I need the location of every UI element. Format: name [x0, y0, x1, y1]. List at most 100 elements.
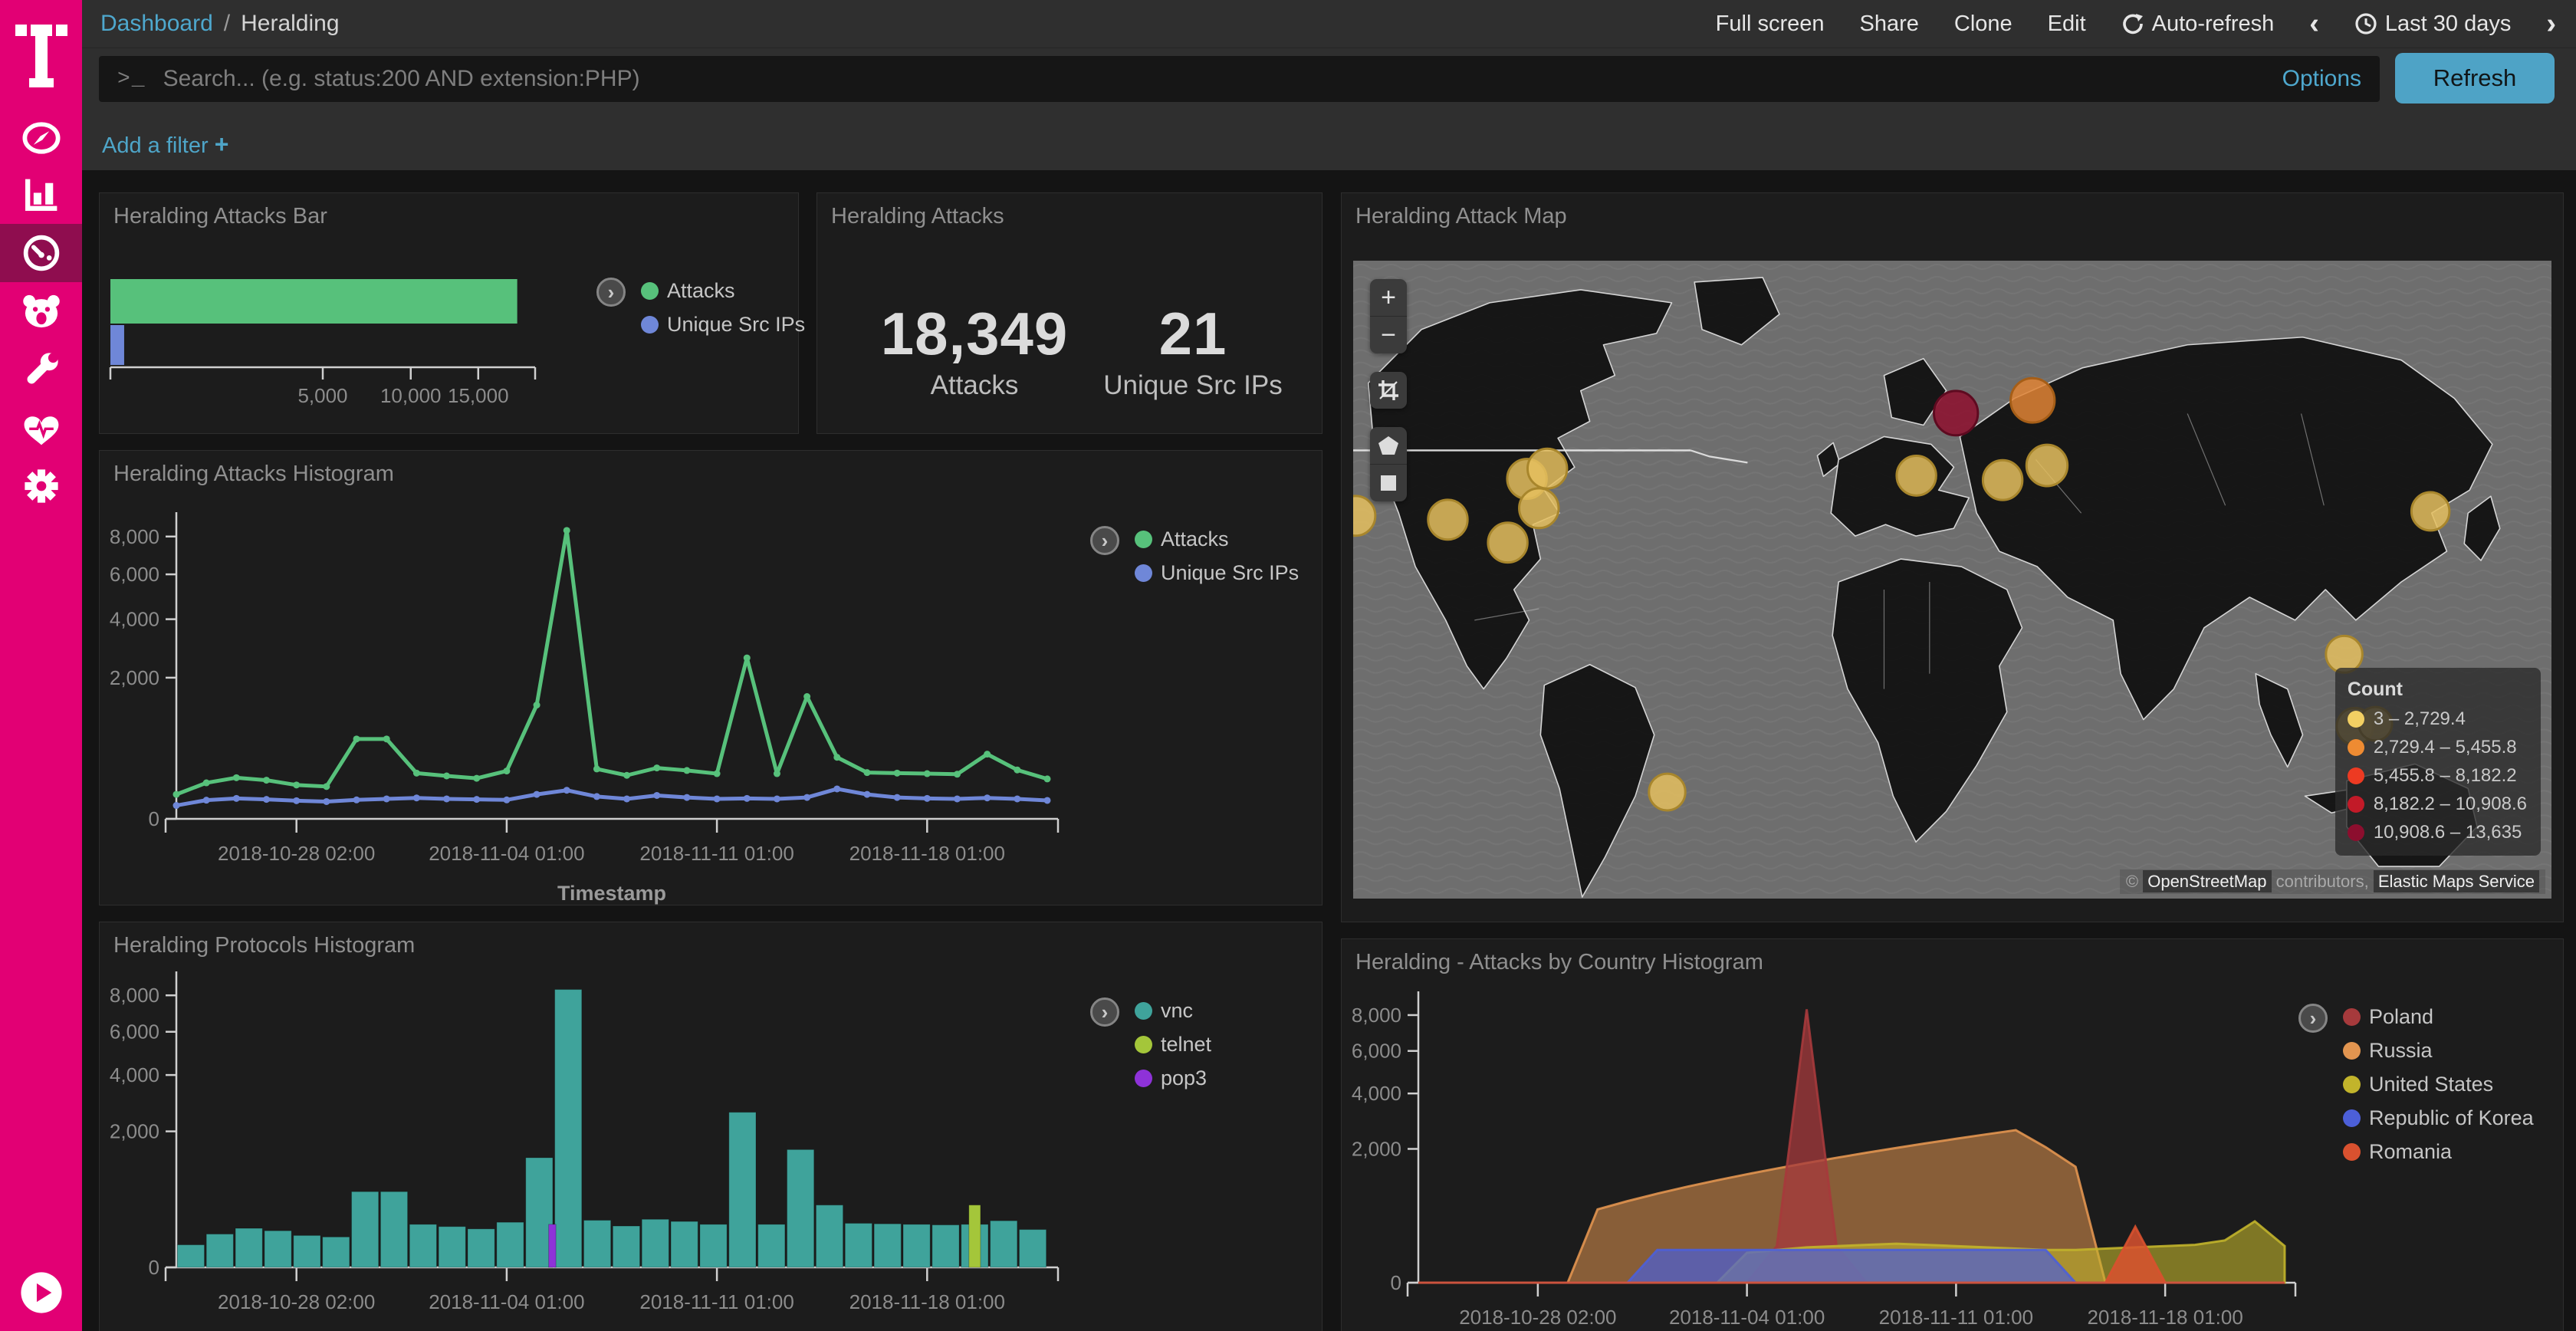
panel-title: Heralding Attack Map [1355, 204, 1567, 229]
options-link[interactable]: Options [2282, 66, 2361, 92]
legend-toggle-icon[interactable]: › [1090, 526, 1119, 555]
crop-tool-button[interactable] [1370, 372, 1407, 409]
metric-label: Attacks [859, 370, 1089, 401]
legend-toggle-icon[interactable]: › [596, 278, 626, 307]
legend-swatch [641, 316, 659, 334]
search-box: >_ Options [99, 56, 2380, 102]
legend-item[interactable]: Attacks [1135, 527, 1299, 551]
query-prompt-icon: >_ [117, 67, 146, 91]
sidebar-item-discover[interactable] [0, 109, 82, 167]
auto-refresh-button[interactable]: Auto-refresh [2121, 12, 2275, 37]
map-legend-label: 2,729.4 – 5,455.8 [2374, 737, 2517, 758]
filter-bar: Add a filter + [102, 125, 228, 163]
legend-item[interactable]: United States [2343, 1073, 2534, 1096]
legend-toggle-icon[interactable]: › [1090, 997, 1119, 1027]
fullscreen-button[interactable]: Full screen [1716, 12, 1825, 37]
gauge-icon [20, 232, 63, 274]
map-legend-title: Count [2348, 679, 2527, 701]
world-map[interactable]: + − [1353, 261, 2551, 899]
bar-Attacks [110, 279, 518, 324]
time-range-picker[interactable]: Last 30 days [2354, 12, 2511, 37]
legend-item[interactable]: Unique Src IPs [1135, 561, 1299, 585]
time-prev-button[interactable]: ‹ [2309, 9, 2319, 38]
legend-swatch [1135, 1036, 1152, 1053]
svg-text:8,000: 8,000 [1352, 1004, 1401, 1027]
legend-item[interactable]: telnet [1135, 1033, 1211, 1057]
svg-text:0: 0 [149, 807, 159, 830]
time-next-button[interactable]: › [2546, 9, 2556, 38]
telekom-logo[interactable] [0, 11, 82, 100]
svg-text:15,000: 15,000 [448, 384, 509, 407]
map-legend-swatch [2348, 739, 2364, 756]
map-legend-label: 8,182.2 – 10,908.6 [2374, 794, 2527, 815]
legend-swatch [1135, 1070, 1152, 1087]
svg-text:2018-11-11 01:00: 2018-11-11 01:00 [639, 1290, 794, 1313]
legend-item[interactable]: vnc [1135, 999, 1211, 1023]
map-point [1428, 500, 1467, 540]
sidebar-item-monitoring[interactable] [0, 399, 82, 457]
map-point [1897, 455, 1936, 495]
bar-chart-icon [20, 173, 63, 216]
panel-attack-map: Heralding Attack Map [1341, 192, 2564, 922]
polygon-draw-button[interactable] [1370, 427, 1407, 464]
legend-swatch [2343, 1143, 2361, 1161]
refresh-button[interactable]: Refresh [2395, 53, 2555, 104]
sidebar [0, 0, 82, 1331]
attacks-histogram-chart[interactable]: 02,0004,0006,0008,0002018-10-28 02:00201… [100, 451, 1323, 906]
legend-item[interactable]: Unique Src IPs [641, 313, 805, 337]
sidebar-item-management[interactable] [0, 457, 82, 515]
metric-value: 21 [1093, 299, 1293, 369]
svg-text:2018-11-18 01:00: 2018-11-18 01:00 [849, 1290, 1005, 1313]
sidebar-item-visualize[interactable] [0, 166, 82, 224]
protocols-histogram-chart[interactable]: 02,0004,0006,0008,0002018-10-28 02:00201… [100, 922, 1323, 1331]
map-point [1488, 523, 1527, 563]
legend-item[interactable]: Republic of Korea [2343, 1106, 2534, 1130]
sidebar-item-dashboard[interactable] [0, 224, 82, 282]
metric-unique-src-ips: 21 Unique Src IPs [1093, 299, 1293, 401]
query-strip: >_ Options Refresh Add a filter + [82, 48, 2576, 170]
legend-item[interactable]: Attacks [641, 279, 805, 303]
metric-attacks: 18,349 Attacks [859, 299, 1089, 401]
wrench-icon [20, 348, 63, 391]
share-button[interactable]: Share [1860, 12, 1919, 37]
openstreetmap-link[interactable]: OpenStreetMap [2143, 870, 2271, 892]
sidebar-item-devtools[interactable] [0, 340, 82, 399]
legend-item[interactable]: pop3 [1135, 1066, 1211, 1090]
legend-swatch [2343, 1042, 2361, 1060]
map-legend-item: 3 – 2,729.4 [2348, 708, 2527, 730]
edit-button[interactable]: Edit [2048, 12, 2086, 37]
add-filter-link[interactable]: Add a filter + [102, 130, 228, 159]
map-legend-label: 10,908.6 – 13,635 [2374, 822, 2522, 843]
elastic-maps-service-link[interactable]: Elastic Maps Service [2374, 870, 2539, 892]
legend-swatch [2343, 1008, 2361, 1026]
bear-icon [19, 289, 64, 334]
svg-text:2018-11-04 01:00: 2018-11-04 01:00 [1669, 1306, 1825, 1329]
map-point [1520, 488, 1559, 528]
legend-swatch [2343, 1109, 2361, 1127]
svg-text:2018-11-18 01:00: 2018-11-18 01:00 [2087, 1306, 2242, 1329]
legend-label: Attacks [667, 279, 735, 303]
legend-label: Unique Src IPs [1161, 561, 1299, 585]
legend-label: Republic of Korea [2369, 1106, 2534, 1130]
map-point [1527, 449, 1566, 488]
legend-swatch [1135, 531, 1152, 548]
sidebar-item-honeypot[interactable] [0, 282, 82, 340]
legend-item[interactable]: Romania [2343, 1140, 2534, 1164]
breadcrumb-dashboard-link[interactable]: Dashboard [100, 11, 213, 37]
legend-toggle-icon[interactable]: › [2298, 1004, 2328, 1033]
map-point [2026, 445, 2067, 486]
zoom-control-group: + − [1370, 279, 1407, 353]
sidebar-collapse-button[interactable] [0, 1264, 82, 1322]
rectangle-draw-button[interactable] [1370, 465, 1407, 501]
legend-label: vnc [1161, 999, 1193, 1023]
legend-item[interactable]: Russia [2343, 1039, 2534, 1063]
legend-item[interactable]: Poland [2343, 1005, 2534, 1029]
map-legend-item: 10,908.6 – 13,635 [2348, 822, 2527, 843]
zoom-out-button[interactable]: − [1370, 317, 1407, 353]
map-legend-swatch [2348, 824, 2364, 841]
legend-label: Poland [2369, 1005, 2433, 1029]
clone-button[interactable]: Clone [1954, 12, 2013, 37]
search-input[interactable] [163, 66, 2267, 92]
kibana-dashboard: Dashboard / Heralding Full screen Share … [0, 0, 2576, 1331]
zoom-in-button[interactable]: + [1370, 279, 1407, 316]
